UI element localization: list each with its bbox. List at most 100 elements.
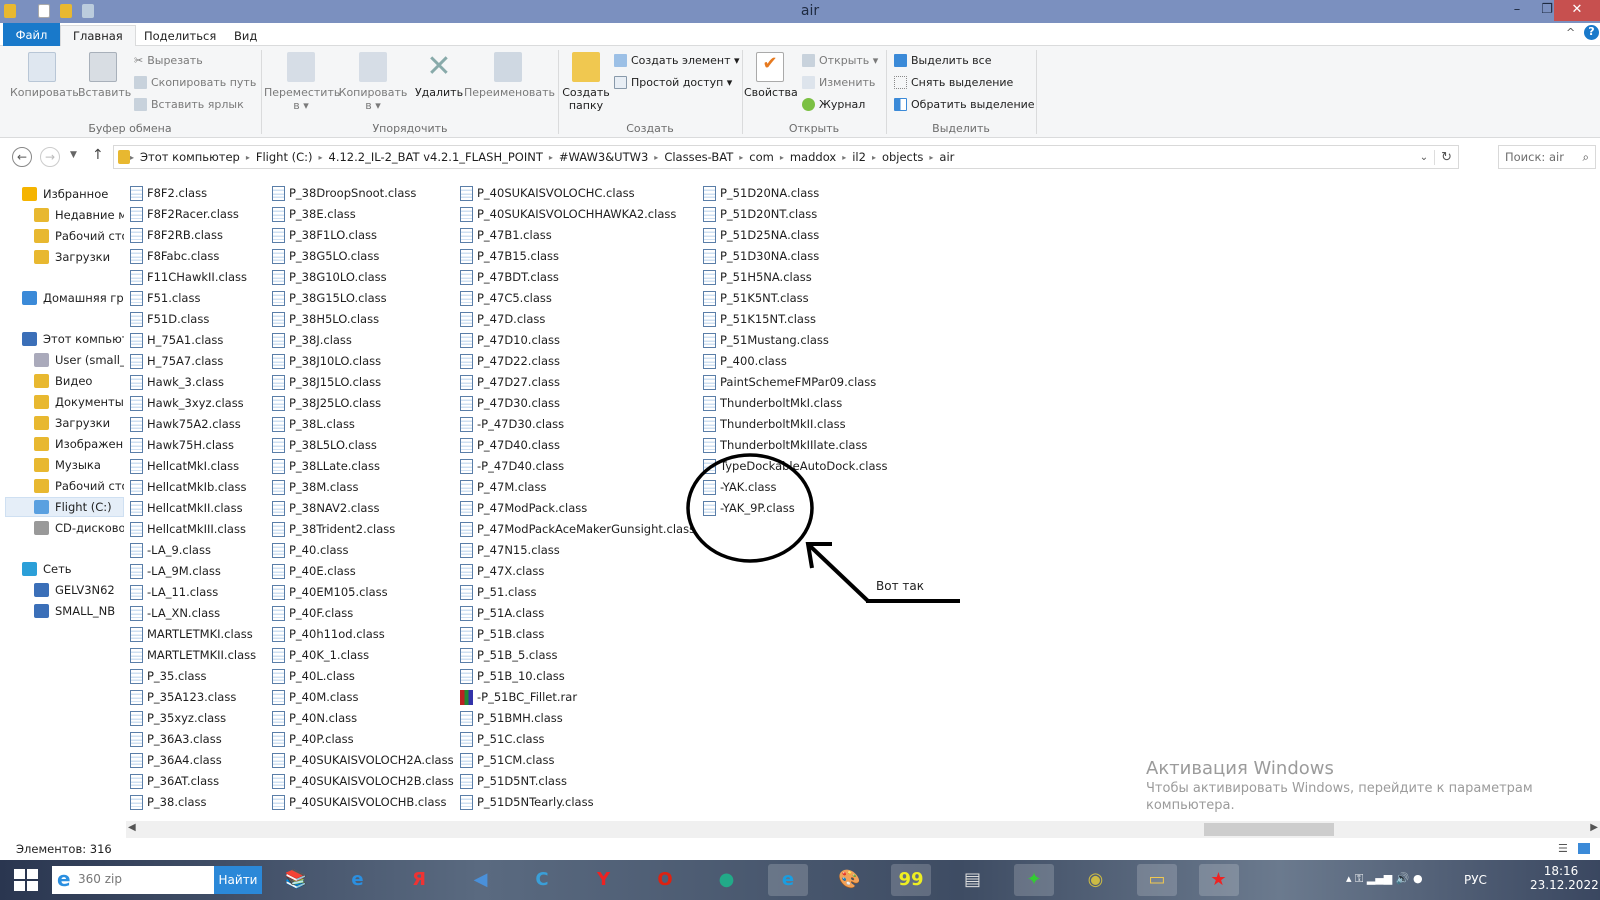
nav-item[interactable]: Видео xyxy=(34,371,92,391)
file-item[interactable]: F8Fabc.class xyxy=(130,246,219,266)
nav-item[interactable]: Загрузки xyxy=(34,413,110,433)
file-item[interactable]: -LA_9.class xyxy=(130,540,211,560)
file-item[interactable]: Hawk_3xyz.class xyxy=(130,393,244,413)
taskbar-search-input[interactable]: e 360 zip xyxy=(52,866,214,894)
language-indicator[interactable]: РУС xyxy=(1464,873,1487,887)
back-button[interactable]: ← xyxy=(12,147,32,167)
file-item[interactable]: P_40SUKAISVOLOCHHAWKA2.class xyxy=(460,204,676,224)
file-item[interactable]: F11CHawkII.class xyxy=(130,267,247,287)
copy-button[interactable]: Копировать xyxy=(10,52,79,99)
file-item[interactable]: P_47D30.class xyxy=(460,393,560,413)
help-icon[interactable]: ? xyxy=(1584,25,1599,40)
paint-icon[interactable]: 🎨 xyxy=(830,864,870,896)
breadcrumb-item[interactable]: #WAW3&UTW3 xyxy=(553,150,654,164)
details-view-icon[interactable]: ☰ xyxy=(1558,842,1568,855)
file-item[interactable]: F51D.class xyxy=(130,309,209,329)
file-item[interactable]: P_38J15LO.class xyxy=(272,372,381,392)
nav-item[interactable]: Документы xyxy=(34,392,124,412)
file-item[interactable]: P_47B15.class xyxy=(460,246,559,266)
select-all-button[interactable]: Выделить все xyxy=(894,54,991,67)
file-item[interactable]: P_36A4.class xyxy=(130,750,222,770)
file-item[interactable]: P_47B1.class xyxy=(460,225,552,245)
eye-app-icon[interactable]: ◉ xyxy=(1076,864,1116,896)
chrome-icon[interactable]: ● xyxy=(707,864,747,896)
file-item[interactable]: -P_47D30.class xyxy=(460,414,564,434)
nav-item[interactable]: Этот компьютер xyxy=(22,329,124,349)
file-item[interactable]: P_35.class xyxy=(130,666,207,686)
file-item[interactable]: -LA_9M.class xyxy=(130,561,221,581)
file-item[interactable]: P_40SUKAISVOLOCHC.class xyxy=(460,183,635,203)
large-icons-view-icon[interactable] xyxy=(1578,843,1590,854)
breadcrumb-item[interactable]: objects xyxy=(876,150,929,164)
file-item[interactable]: P_35xyz.class xyxy=(130,708,226,728)
file-item[interactable]: P_40EM105.class xyxy=(272,582,388,602)
file-item[interactable]: TypeDockableAutoDock.class xyxy=(703,456,887,476)
file-item[interactable]: P_51D5NTearly.class xyxy=(460,792,594,812)
file-item[interactable]: -YAK.class xyxy=(703,477,777,497)
file-item[interactable]: P_38L.class xyxy=(272,414,355,434)
nav-item[interactable]: Рабочий стол xyxy=(34,476,124,496)
file-item[interactable]: -LA_XN.class xyxy=(130,603,220,623)
file-item[interactable]: P_38J25LO.class xyxy=(272,393,381,413)
edge-icon[interactable]: e xyxy=(768,864,808,896)
rename-button[interactable]: Переименовать xyxy=(464,52,555,99)
file-item[interactable]: P_47D.class xyxy=(460,309,545,329)
file-item[interactable]: P_36A3.class xyxy=(130,729,222,749)
nav-item[interactable]: GELV3N62 xyxy=(34,580,115,600)
file-item[interactable]: P_40h11od.class xyxy=(272,624,385,644)
file-item[interactable]: P_51K5NT.class xyxy=(703,288,809,308)
file-item[interactable]: P_38J10LO.class xyxy=(272,351,381,371)
file-item[interactable]: P_47BDT.class xyxy=(460,267,559,287)
properties-button[interactable]: ✔ Свойства xyxy=(744,52,798,99)
invert-selection-button[interactable]: Обратить выделение xyxy=(894,98,1035,111)
copy-to-button[interactable]: Копировать в ▾ xyxy=(338,52,408,112)
file-item[interactable]: F8F2.class xyxy=(130,183,207,203)
breadcrumb-item[interactable]: Flight (C:) xyxy=(250,150,319,164)
close-button[interactable]: ✕ xyxy=(1554,0,1600,21)
file-item[interactable]: P_47N15.class xyxy=(460,540,560,560)
file-item[interactable]: P_51D30NA.class xyxy=(703,246,819,266)
breadcrumb-item[interactable]: air xyxy=(933,150,960,164)
file-item[interactable]: -P_51BC_Fillet.rar xyxy=(460,687,577,707)
internet-explorer-icon[interactable]: e xyxy=(338,864,378,896)
file-item[interactable]: ThunderboltMkIIlate.class xyxy=(703,435,867,455)
breadcrumb-item[interactable]: il2 xyxy=(846,150,872,164)
search-input[interactable]: Поиск: air ⌕ xyxy=(1498,145,1596,169)
delete-button[interactable]: ✕ Удалить xyxy=(414,52,464,100)
file-item[interactable]: P_47ModPack.class xyxy=(460,498,587,518)
start-button[interactable] xyxy=(14,869,38,891)
collapse-ribbon-icon[interactable]: ^ xyxy=(1566,26,1575,39)
file-item[interactable]: P_38H5LO.class xyxy=(272,309,379,329)
breadcrumb-item[interactable]: com xyxy=(743,150,780,164)
file-item[interactable]: P_51B_10.class xyxy=(460,666,565,686)
file-item[interactable]: P_38LLate.class xyxy=(272,456,380,476)
paste-shortcut-button[interactable]: Вставить ярлык xyxy=(134,98,244,111)
cut-button[interactable]: ✂ Вырезать xyxy=(134,54,203,67)
file-item[interactable]: P_38L5LO.class xyxy=(272,435,377,455)
file-item[interactable]: P_38.class xyxy=(130,792,207,812)
file-item[interactable]: P_51B_5.class xyxy=(460,645,557,665)
horizontal-scrollbar[interactable]: ◀ ▶ xyxy=(126,821,1600,838)
file-item[interactable]: HellcatMkII.class xyxy=(130,498,243,518)
yandex-icon[interactable]: Я xyxy=(399,864,439,896)
new-folder-button[interactable]: Создать папку xyxy=(562,52,610,112)
file-item[interactable]: P_40M.class xyxy=(272,687,358,707)
file-item[interactable]: P_47C5.class xyxy=(460,288,552,308)
file-item[interactable]: P_51C.class xyxy=(460,729,545,749)
file-item[interactable]: P_47D22.class xyxy=(460,351,560,371)
nav-item[interactable]: User (small_nb) xyxy=(34,350,124,370)
file-item[interactable]: P_51A.class xyxy=(460,603,544,623)
audio-app-icon[interactable]: ◀ xyxy=(461,864,501,896)
breadcrumb-item[interactable]: 4.12.2_IL-2_BAT v4.2.1_FLASH_POINT xyxy=(323,150,549,164)
nav-item[interactable]: Сеть xyxy=(22,559,72,579)
file-item[interactable]: P_40K_1.class xyxy=(272,645,369,665)
file-item[interactable]: P_38G5LO.class xyxy=(272,246,379,266)
monitor-app-icon[interactable]: 99 xyxy=(891,864,931,896)
file-item[interactable]: P_36AT.class xyxy=(130,771,219,791)
open-button[interactable]: Открыть ▾ xyxy=(802,54,878,67)
breadcrumb-item[interactable]: Classes-BAT xyxy=(658,150,739,164)
history-button[interactable]: Журнал xyxy=(802,98,865,111)
winrar-icon[interactable]: 📚 xyxy=(276,864,316,896)
file-item[interactable]: HellcatMkIII.class xyxy=(130,519,246,539)
nav-item[interactable]: Рабочий стол xyxy=(34,226,124,246)
